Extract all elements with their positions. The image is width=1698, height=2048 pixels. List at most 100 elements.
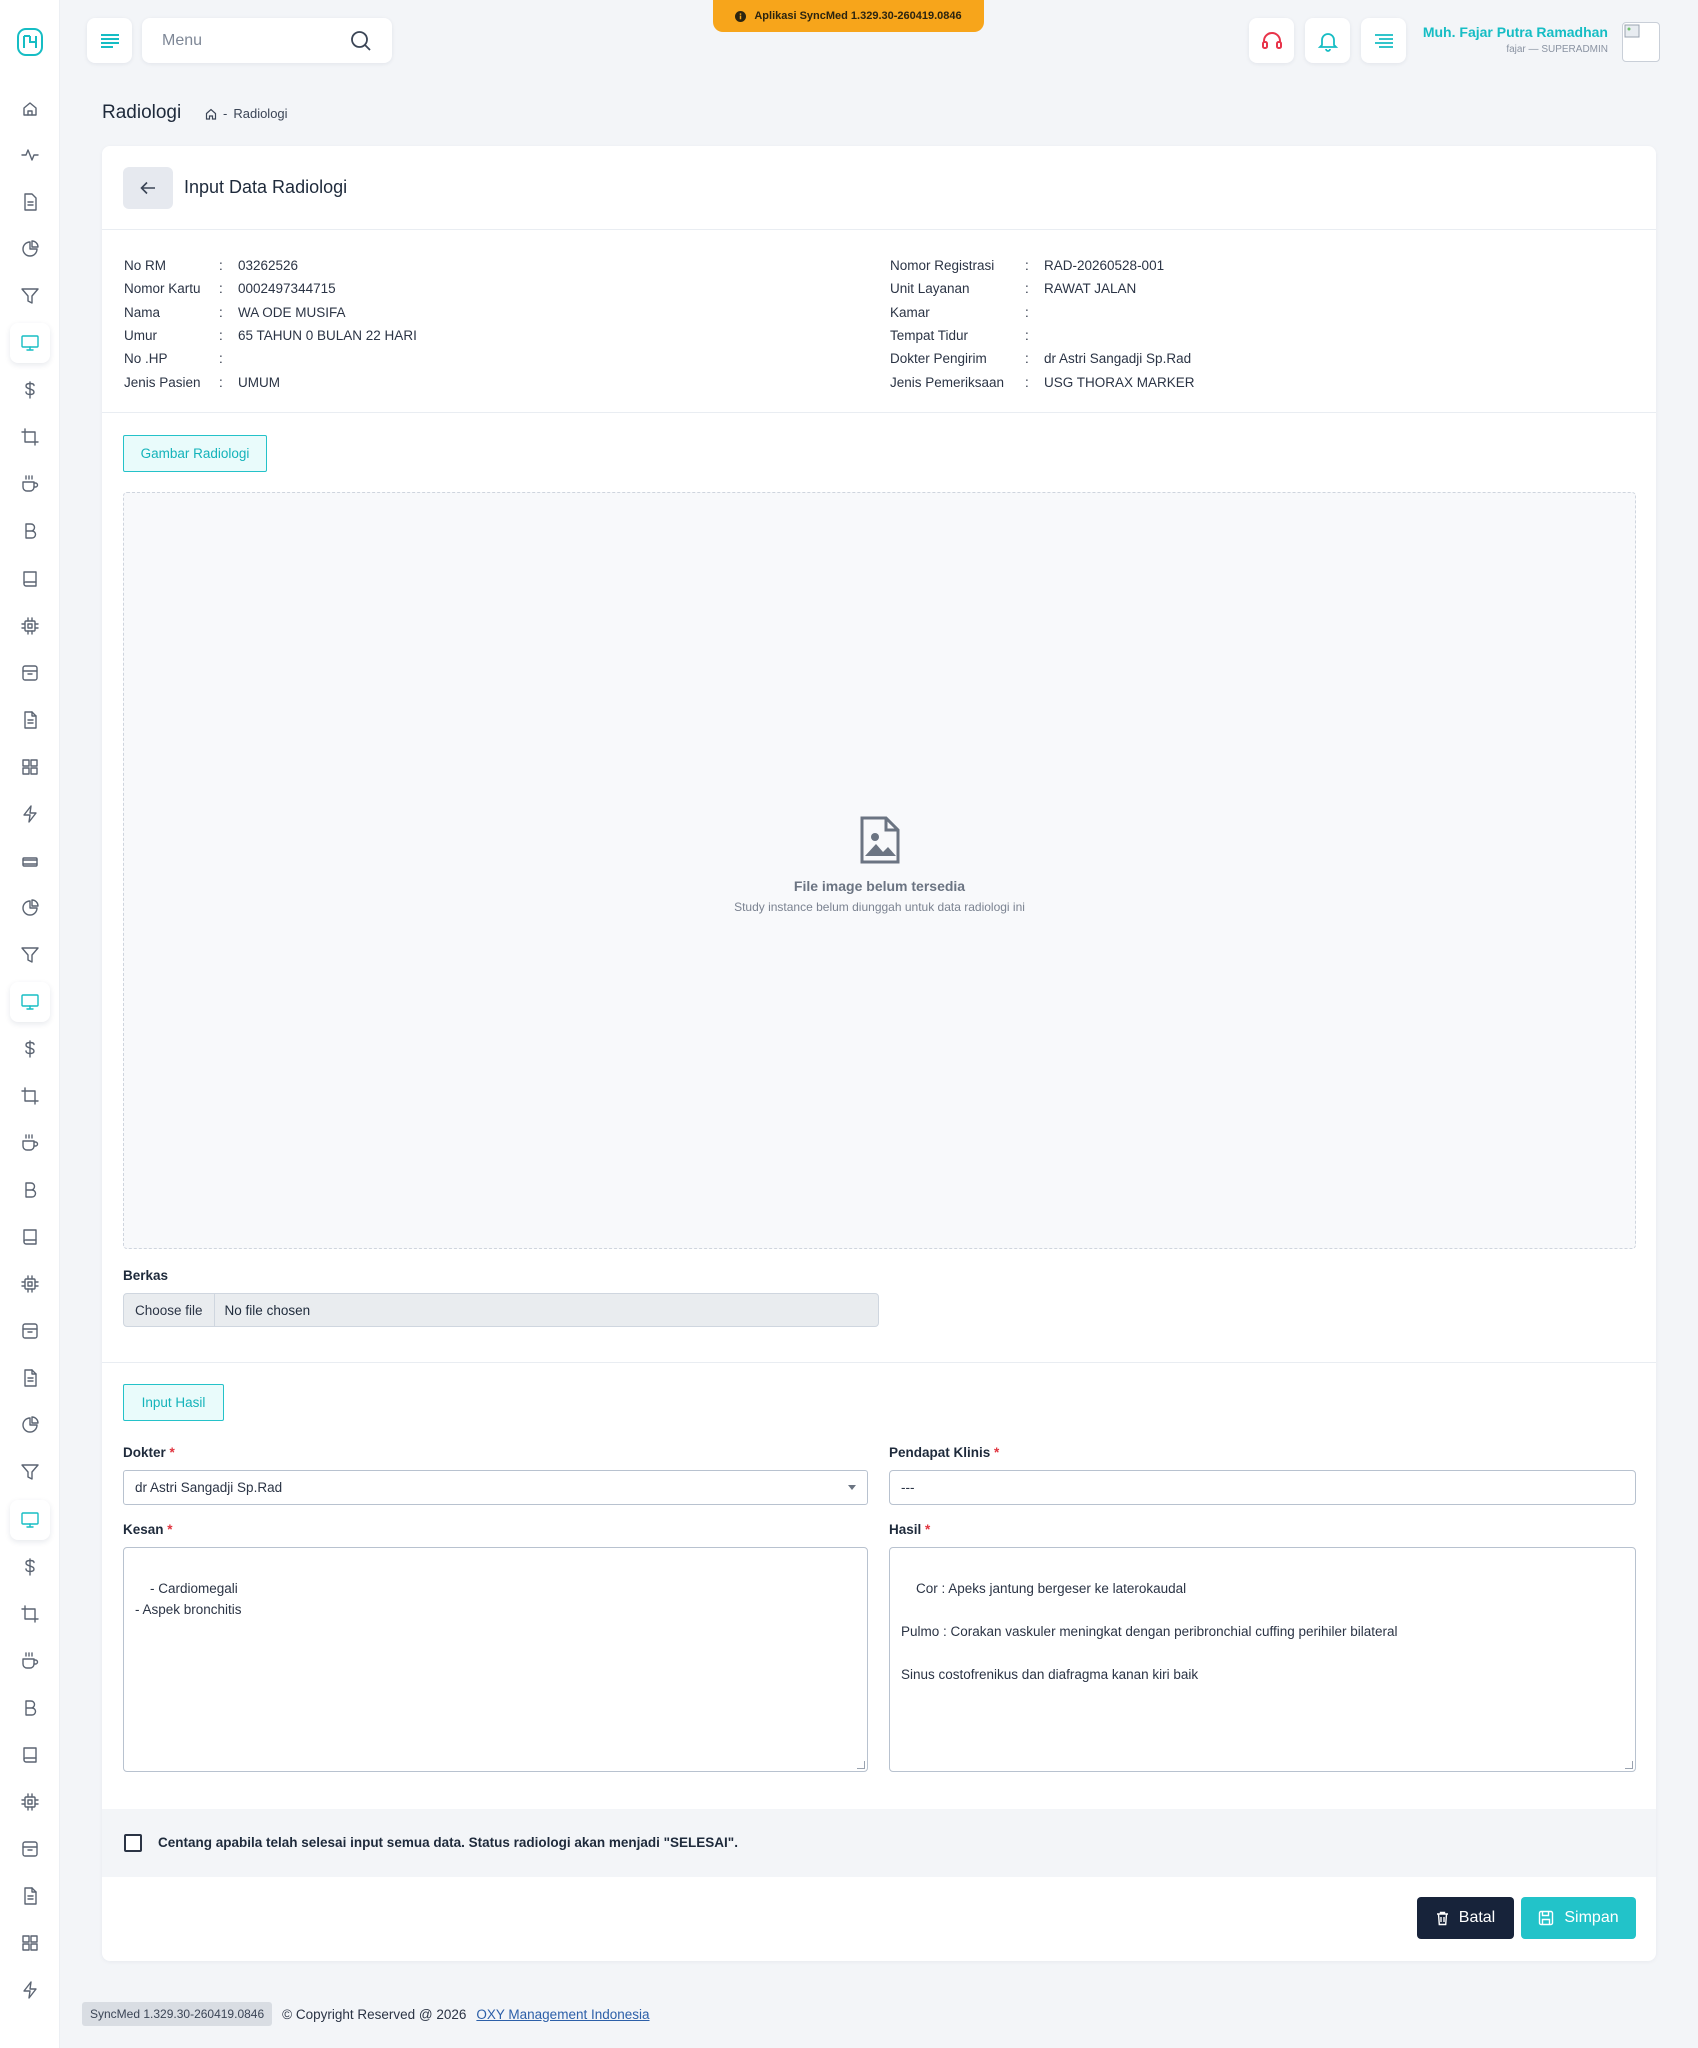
sidebar-item[interactable]: [10, 511, 50, 551]
home-icon[interactable]: [205, 108, 217, 120]
sidebar-item[interactable]: [10, 1170, 50, 1210]
avatar[interactable]: [1622, 22, 1660, 62]
breadcrumb-separator: -: [223, 106, 228, 121]
info-label: Kamar: [890, 304, 930, 320]
sidebar-item[interactable]: [10, 794, 50, 834]
kesan-label-text: Kesan: [123, 1522, 164, 1537]
sidebar-item[interactable]: [10, 1264, 50, 1304]
search-icon[interactable]: [350, 30, 372, 52]
resize-handle-icon[interactable]: [1625, 1761, 1633, 1769]
monitor-icon: [21, 335, 39, 351]
support-button[interactable]: [1249, 18, 1294, 63]
sidebar-item[interactable]: [10, 1311, 50, 1351]
choose-file-button[interactable]: Choose file: [124, 1294, 215, 1326]
patient-info-right: Nomor Registrasi: RAD-20260528-001 Unit La…: [890, 254, 1195, 394]
sidebar-item[interactable]: [10, 1452, 50, 1492]
cancel-button[interactable]: Batal: [1417, 1897, 1514, 1939]
tab-input-hasil[interactable]: Input Hasil: [123, 1384, 224, 1421]
arrow-left-icon: [140, 181, 155, 195]
sidebar-item[interactable]: [10, 700, 50, 740]
sidebar-item[interactable]: [10, 1923, 50, 1963]
info-row: Nama: WA ODE MUSIFA: [124, 301, 417, 324]
sidebar-item[interactable]: [10, 1782, 50, 1822]
sidebar-item[interactable]: [10, 1499, 50, 1540]
sidebar-item[interactable]: [10, 1970, 50, 2010]
kesan-textarea[interactable]: - Cardiomegali - Aspek bronchitis: [123, 1547, 868, 1772]
sidebar-item[interactable]: [10, 276, 50, 316]
info-value: dr Astri Sangadji Sp.Rad: [1044, 351, 1192, 367]
sidebar-item[interactable]: [10, 464, 50, 504]
sidebar-item[interactable]: [10, 370, 50, 410]
sidebar-item[interactable]: [10, 559, 50, 599]
confirm-checkbox[interactable]: [124, 1834, 142, 1852]
quick-menu-button[interactable]: [1361, 18, 1406, 63]
sidebar-item[interactable]: [10, 182, 50, 222]
info-value: 65 TAHUN 0 BULAN 22 HARI: [238, 328, 417, 344]
sidebar-item[interactable]: [10, 1688, 50, 1728]
sidebar-item[interactable]: [10, 1123, 50, 1163]
dokter-label-text: Dokter: [123, 1445, 166, 1460]
divider: [102, 1362, 1656, 1363]
info-label: Nomor Registrasi: [890, 258, 995, 274]
info-label: Jenis Pasien: [124, 374, 201, 390]
sidebar-item[interactable]: [10, 1876, 50, 1916]
back-button[interactable]: [123, 167, 173, 209]
info-value: RAWAT JALAN: [1044, 281, 1137, 297]
sidebar-item[interactable]: [10, 606, 50, 646]
info-row: Dokter Pengirim: dr Astri Sangadji Sp.Rad: [890, 347, 1195, 370]
archive-icon: [22, 1841, 38, 1857]
sidebar-item[interactable]: [10, 1076, 50, 1116]
sidebar-item[interactable]: [10, 1547, 50, 1587]
bell-icon: [1317, 32, 1338, 52]
filter-icon: [21, 947, 39, 963]
resize-handle-icon[interactable]: [857, 1761, 865, 1769]
sidebar-item[interactable]: [10, 323, 50, 364]
sidebar-item[interactable]: [10, 229, 50, 269]
sidebar-item[interactable]: [10, 747, 50, 787]
sidebar-item[interactable]: [10, 135, 50, 175]
info-label: Nama: [124, 304, 161, 320]
required-mark: *: [925, 1522, 931, 1537]
pie-chart-icon: [22, 899, 39, 916]
info-value: WA ODE MUSIFA: [238, 304, 346, 320]
monitor-icon: [21, 1511, 39, 1528]
crop-icon: [21, 1604, 39, 1623]
bold-icon: [25, 523, 37, 540]
sidebar-item[interactable]: [10, 653, 50, 693]
sidebar-item[interactable]: [10, 888, 50, 928]
activity-icon: [21, 149, 39, 161]
berkas-file-input[interactable]: Choose file No file chosen: [123, 1293, 879, 1327]
sidebar-item[interactable]: [10, 1405, 50, 1445]
sidebar-item[interactable]: [10, 88, 50, 128]
user-info[interactable]: Muh. Fajar Putra Ramadhan fajar — SUPERA…: [1423, 24, 1608, 55]
sidebar-item[interactable]: [10, 841, 50, 881]
archive-icon: [22, 664, 38, 681]
menu-search[interactable]: Menu: [142, 18, 392, 63]
info-label: Tempat Tidur: [890, 328, 969, 344]
sidebar-item[interactable]: [10, 1829, 50, 1869]
sidebar-item[interactable]: [10, 935, 50, 975]
bold-icon: [25, 1699, 37, 1716]
menu-toggle-button[interactable]: [87, 18, 132, 63]
sidebar-item[interactable]: [10, 417, 50, 457]
sidebar-item[interactable]: [10, 1358, 50, 1398]
dokter-select[interactable]: dr Astri Sangadji Sp.Rad: [123, 1470, 868, 1505]
sidebar-item[interactable]: [10, 1217, 50, 1257]
pendapat-klinis-input[interactable]: ---: [889, 1470, 1636, 1505]
hasil-textarea[interactable]: Cor : Apeks jantung bergeser ke lateroka…: [889, 1547, 1636, 1772]
footer: SyncMed 1.329.30-260419.0846 © Copyright…: [82, 2002, 650, 2026]
sidebar-item[interactable]: [10, 1735, 50, 1775]
notification-button[interactable]: [1305, 18, 1350, 63]
sidebar-item[interactable]: [10, 1029, 50, 1069]
footer-company-link[interactable]: OXY Management Indonesia: [476, 2007, 649, 2022]
patient-info-left: No RM:03262526 Nomor Kartu:0002497344715 N…: [124, 254, 417, 394]
dollar-icon: [25, 1040, 35, 1058]
sidebar-item[interactable]: [10, 981, 50, 1022]
info-colon: :: [219, 258, 223, 274]
tab-gambar-radiologi[interactable]: Gambar Radiologi: [123, 435, 267, 472]
save-button[interactable]: Simpan: [1521, 1897, 1636, 1939]
sidebar-item[interactable]: [10, 1594, 50, 1634]
grid-icon: [22, 1935, 38, 1951]
sidebar-item[interactable]: [10, 1641, 50, 1681]
app-logo-icon[interactable]: [16, 26, 44, 58]
